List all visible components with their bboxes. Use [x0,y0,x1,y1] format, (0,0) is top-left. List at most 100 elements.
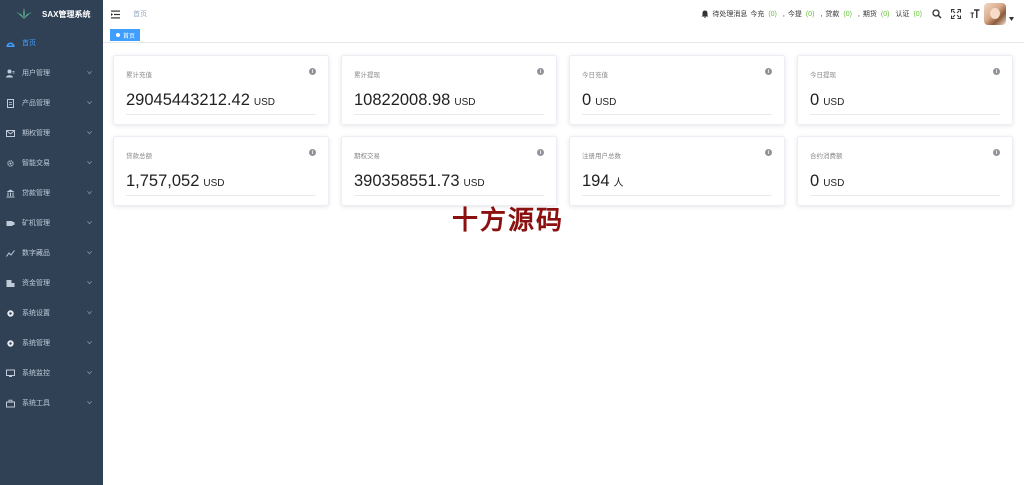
sidebar-item-users[interactable]: 用户管理 [0,58,103,88]
stat-card-registered-users: 注册用户总数 i 194 人 [569,136,785,206]
card-value: 10822008.98 USD [354,91,475,110]
sidebar-item-home[interactable]: 首页 [0,28,103,58]
notify-count: (0) [805,10,815,18]
card-unit: USD [454,97,476,108]
notify-futures[interactable]: 期货 (0) [863,9,890,19]
notify-today-deposit[interactable]: 今充 (0) [750,9,777,19]
tags-view: 首页 [103,28,1024,43]
card-label: 累计提现 [354,72,380,79]
info-icon[interactable]: i [309,149,316,156]
info-icon[interactable]: i [309,68,316,75]
notify-verification[interactable]: 认证 (0) [895,9,922,19]
card-number: 194 [582,172,610,190]
card-label: 期权交易 [354,153,380,160]
notify-label: 认证 [895,11,910,18]
sidebar-item-system-settings[interactable]: 系统设置 [0,298,103,328]
card-unit: USD [823,178,845,189]
chevron-down-icon [87,251,92,255]
cog-icon [6,339,15,348]
card-unit: USD [203,178,225,189]
logo[interactable]: SAX管理系统 [0,0,103,28]
navbar-tools [932,9,980,19]
chevron-down-icon [87,371,92,375]
sidebar-item-smart-trading[interactable]: 智能交易 [0,148,103,178]
logo-icon [16,8,32,20]
info-icon[interactable]: i [993,68,1000,75]
sidebar-menu: 首页 用户管理 产品管理 期权管理 智能交易 贷款管理 矿机管理 数字藏品 资金… [0,28,103,418]
card-number: 1,757,052 [126,172,200,190]
sidebar-item-label: 期权管理 [22,130,50,137]
info-icon[interactable]: i [765,149,772,156]
search-icon[interactable] [932,9,942,19]
card-number: 390358551.73 [354,172,460,190]
sidebar-item-label: 产品管理 [22,100,50,107]
sidebar-item-label: 资金管理 [22,280,50,287]
tag-home[interactable]: 首页 [110,29,141,41]
info-icon[interactable]: i [537,68,544,75]
sidebar-item-label: 数字藏品 [22,250,50,257]
chevron-down-icon [87,101,92,105]
divider [810,114,1000,115]
stat-card-total-withdraw: 累计提现 i 10822008.98 USD [341,55,557,125]
card-label: 贷款总额 [126,153,152,160]
sidebar-item-system-monitor[interactable]: 系统监控 [0,358,103,388]
card-number: 0 [810,172,820,190]
card-value: 1,757,052 USD [126,172,225,191]
sidebar-item-options[interactable]: 期权管理 [0,118,103,148]
notify-loans[interactable]: 贷款 (0) [825,9,852,19]
pending-label: 待处理消息 [712,11,748,18]
machine-icon [6,219,15,228]
card-label: 合约消费额 [810,153,843,160]
card-number: 0 [810,91,820,109]
sidebar-item-system-tools[interactable]: 系统工具 [0,388,103,418]
divider [126,114,316,115]
sidebar-item-label: 贷款管理 [22,190,50,197]
info-icon[interactable]: i [765,68,772,75]
card-label: 累计充值 [126,72,152,79]
chevron-down-icon [87,131,92,135]
chevron-down-icon [87,341,92,345]
stat-card-options-trading: 期权交易 i 390358551.73 USD [341,136,557,206]
tag-label: 首页 [123,33,136,40]
sidebar-item-funds[interactable]: 资金管理 [0,268,103,298]
card-number: 29045443212.42 [126,91,250,109]
info-icon[interactable]: i [993,149,1000,156]
stat-card-total-deposit: 累计充值 i 29045443212.42 USD [113,55,329,125]
notify-label: 今充 [750,11,765,18]
notify-today-withdraw[interactable]: 今提 (0) [788,9,815,19]
sidebar-item-miners[interactable]: 矿机管理 [0,208,103,238]
divider [582,114,772,115]
hamburger-menu-icon[interactable] [111,9,121,19]
wallet-icon [6,279,15,288]
bell-icon [701,10,709,18]
breadcrumb[interactable]: 首页 [133,9,147,19]
info-icon[interactable]: i [537,149,544,156]
caret-down-icon[interactable] [1009,17,1014,21]
sidebar-item-loans[interactable]: 贷款管理 [0,178,103,208]
sidebar-item-label: 系统设置 [22,310,50,317]
separator: , [857,10,860,18]
font-size-icon[interactable] [970,9,980,19]
notify-count: (0) [880,10,890,18]
dashboard-icon [6,39,15,48]
card-value: 0 USD [810,172,844,191]
chart-line-icon [6,249,15,258]
card-label: 注册用户总数 [582,153,621,160]
card-unit: USD [595,97,617,108]
chevron-down-icon [87,401,92,405]
sidebar: SAX管理系统 首页 用户管理 产品管理 期权管理 智能交易 贷款管理 矿机管理… [0,0,103,485]
sidebar-item-label: 用户管理 [22,70,50,77]
card-label: 今日提现 [810,72,836,79]
app-title: SAX管理系统 [42,9,91,19]
bank-icon [6,189,15,198]
sidebar-item-system-management[interactable]: 系统管理 [0,328,103,358]
stat-card-contract-consumption: 合约消费额 i 0 USD [797,136,1013,206]
avatar[interactable] [984,3,1006,25]
document-icon [6,98,15,108]
sidebar-item-nft[interactable]: 数字藏品 [0,238,103,268]
fullscreen-icon[interactable] [951,9,961,19]
pending-messages[interactable]: 待处理消息 [701,9,747,19]
divider [354,195,544,196]
sidebar-item-products[interactable]: 产品管理 [0,88,103,118]
user-icon [6,69,15,78]
